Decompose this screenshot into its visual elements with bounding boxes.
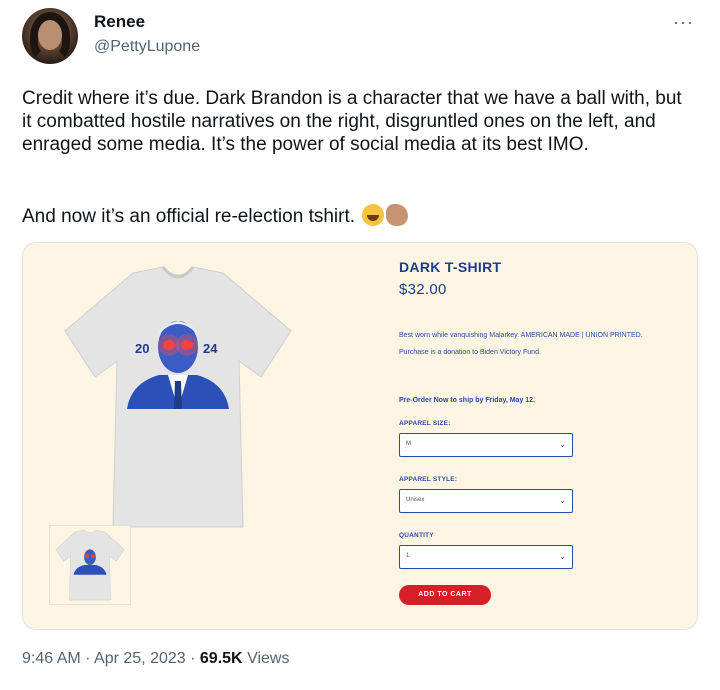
apparel-style-label: APPAREL STYLE:	[399, 476, 458, 483]
product-title: DARK T-SHIRT	[399, 259, 502, 275]
quantity-value: 1	[406, 553, 410, 559]
chevron-down-icon: ⌄	[559, 552, 566, 561]
shirt-text-right: 24	[203, 341, 218, 356]
tweet-text: Credit where it’s due. Dark Brandon is a…	[22, 88, 682, 155]
apparel-size-label: APPAREL SIZE:	[399, 420, 451, 427]
add-to-cart-button[interactable]: ADD TO CART	[399, 585, 491, 605]
shirt-text-left: 20	[135, 341, 149, 356]
tshirt-image: 20 24	[64, 266, 292, 528]
separator: ·	[190, 650, 196, 667]
avatar-face	[38, 20, 62, 50]
apparel-size-value: M	[406, 441, 411, 447]
more-icon[interactable]: ···	[673, 12, 694, 33]
chevron-down-icon: ⌄	[559, 496, 566, 505]
display-name[interactable]: Renee	[94, 12, 145, 32]
tweet-text-line2: And now it’s an official re-election tsh…	[22, 204, 409, 228]
apparel-style-select[interactable]: Unisex ⌄	[399, 489, 573, 513]
apparel-size-select[interactable]: M ⌄	[399, 433, 573, 457]
tweet-time[interactable]: 9:46 AM	[22, 650, 81, 667]
user-handle[interactable]: @PettyLupone	[94, 38, 200, 56]
tweet-text-2: And now it’s an official re-election tsh…	[22, 206, 356, 227]
tweet-meta: 9:46 AM · Apr 25, 2023 · 69.5K Views	[22, 650, 289, 668]
quantity-label: QUANTITY	[399, 532, 434, 539]
product-price: $32.00	[399, 281, 447, 298]
separator: ·	[85, 650, 91, 667]
views-count[interactable]: 69.5K	[200, 650, 243, 667]
rolling-on-floor-laughing-emoji	[362, 204, 385, 226]
preorder-notice: Pre-Order Now to ship by Friday, May 12.	[399, 397, 536, 404]
product-card[interactable]: 20 24 DARK T-SHIRT $32.00 Best worn whil…	[22, 242, 698, 630]
clapping-hands-emoji	[386, 204, 409, 226]
tweet-date[interactable]: Apr 25, 2023	[94, 650, 186, 667]
apparel-style-value: Unisex	[406, 497, 425, 503]
quantity-select[interactable]: 1 ⌄	[399, 545, 573, 569]
chevron-down-icon: ⌄	[559, 440, 566, 449]
product-description: Best worn while vanquishing Malarkey. AM…	[399, 332, 643, 356]
views-label: Views	[247, 650, 290, 667]
tshirt-thumbnail[interactable]	[49, 525, 131, 605]
avatar[interactable]	[22, 8, 78, 64]
